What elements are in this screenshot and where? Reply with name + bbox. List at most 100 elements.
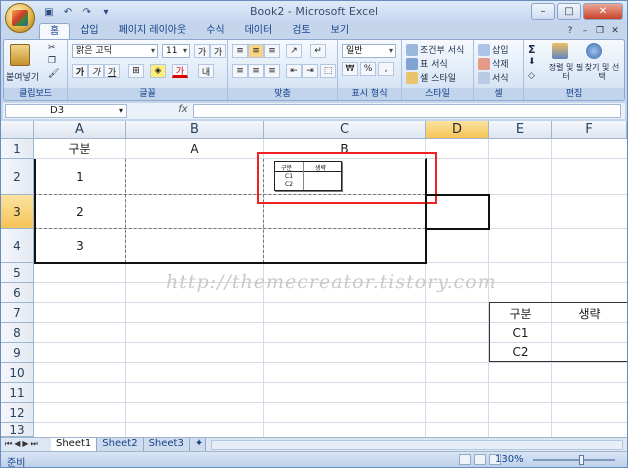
column-header-a[interactable]: A bbox=[34, 121, 126, 139]
formula-input[interactable] bbox=[193, 104, 621, 118]
cell-a4[interactable]: 3 bbox=[34, 229, 126, 263]
insert-sheet-icon[interactable]: ✦ bbox=[189, 438, 206, 451]
close-icon[interactable]: ✕ bbox=[583, 3, 623, 20]
zoom-slider[interactable] bbox=[533, 459, 615, 461]
horizontal-scrollbar[interactable] bbox=[211, 440, 623, 450]
cell-e8[interactable]: C1 bbox=[489, 323, 552, 343]
phonetic-icon[interactable]: 내 bbox=[198, 64, 214, 78]
workbook-minimize-icon[interactable]: – bbox=[579, 25, 591, 37]
conditional-format-button[interactable]: 조건부 서식 bbox=[406, 43, 464, 56]
fill-icon[interactable]: ⬇ bbox=[528, 57, 536, 67]
office-button[interactable] bbox=[5, 3, 35, 33]
percent-icon[interactable]: % bbox=[360, 62, 376, 76]
cut-icon[interactable]: ✂ bbox=[48, 43, 56, 53]
minimize-icon[interactable]: – bbox=[531, 3, 555, 20]
customize-qat-icon[interactable]: ▾ bbox=[98, 4, 114, 20]
number-format-select[interactable]: 일반 bbox=[342, 44, 396, 58]
tab-page-layout[interactable]: 페이지 레이아웃 bbox=[109, 23, 197, 39]
bold-icon[interactable]: 가 bbox=[72, 64, 88, 78]
normal-view-icon[interactable] bbox=[459, 454, 471, 465]
prev-sheet-icon[interactable]: ◀ bbox=[14, 439, 20, 449]
row-header-4[interactable]: 4 bbox=[1, 229, 34, 263]
zoom-level[interactable]: 130% bbox=[495, 454, 524, 465]
row-header-3[interactable]: 3 bbox=[1, 195, 34, 229]
border-icon[interactable]: ⊞ bbox=[128, 64, 144, 78]
last-sheet-icon[interactable]: ⏭ bbox=[31, 439, 38, 449]
clear-icon[interactable]: ◇ bbox=[528, 71, 535, 81]
copy-icon[interactable]: ❐ bbox=[48, 56, 56, 66]
sort-filter-button[interactable] bbox=[552, 43, 570, 59]
align-bottom-icon[interactable]: ≡ bbox=[264, 44, 280, 58]
row-header-7[interactable]: 7 bbox=[1, 303, 34, 323]
cell-e7[interactable]: 구분 bbox=[489, 303, 552, 323]
currency-icon[interactable]: ₩ bbox=[342, 62, 358, 76]
row-header-12[interactable]: 12 bbox=[1, 403, 34, 423]
name-box[interactable]: D3 bbox=[5, 104, 127, 118]
find-select-button[interactable] bbox=[586, 43, 604, 59]
row-header-13[interactable]: 13 bbox=[1, 423, 34, 437]
next-sheet-icon[interactable]: ▶ bbox=[22, 439, 28, 449]
decrease-indent-icon[interactable]: ⇤ bbox=[286, 64, 302, 78]
help-icon[interactable]: ? bbox=[564, 25, 576, 37]
font-size-select[interactable]: 11 bbox=[162, 44, 190, 58]
underline-icon[interactable]: 가 bbox=[104, 64, 120, 78]
font-color-icon[interactable]: 가 bbox=[172, 64, 188, 78]
insert-cells-button[interactable]: 삽입 bbox=[478, 43, 509, 56]
column-header-c[interactable]: C bbox=[264, 121, 426, 139]
tab-formulas[interactable]: 수식 bbox=[196, 23, 234, 39]
workbook-close-icon[interactable]: ✕ bbox=[609, 25, 621, 37]
zoom-slider-thumb[interactable] bbox=[579, 455, 584, 465]
font-name-select[interactable]: 맑은 고딕 bbox=[72, 44, 158, 58]
cell-a2[interactable]: 1 bbox=[34, 159, 126, 195]
active-cell-d3[interactable] bbox=[425, 194, 490, 230]
row-header-2[interactable]: 2 bbox=[1, 159, 34, 195]
row-header-1[interactable]: 1 bbox=[1, 139, 34, 159]
workbook-restore-icon[interactable]: ❐ bbox=[594, 25, 606, 37]
delete-cells-button[interactable]: 삭제 bbox=[478, 57, 509, 70]
page-layout-view-icon[interactable] bbox=[474, 454, 486, 465]
align-top-icon[interactable]: ≡ bbox=[232, 44, 248, 58]
wrap-text-icon[interactable]: ↵ bbox=[310, 44, 326, 58]
align-middle-icon[interactable]: ≡ bbox=[248, 44, 264, 58]
cell-f7[interactable]: 생략 bbox=[552, 303, 627, 323]
table-format-button[interactable]: 표 서식 bbox=[406, 57, 448, 70]
tab-data[interactable]: 데이터 bbox=[235, 23, 283, 39]
shrink-font-icon[interactable]: 가 bbox=[210, 44, 226, 58]
cell-a3[interactable]: 2 bbox=[34, 195, 126, 229]
cell-style-button[interactable]: 셀 스타일 bbox=[406, 71, 456, 84]
italic-icon[interactable]: 가 bbox=[88, 64, 104, 78]
column-header-d[interactable]: D bbox=[426, 121, 489, 139]
tab-review[interactable]: 검토 bbox=[282, 23, 320, 39]
cell-a1[interactable]: 구분 bbox=[34, 139, 126, 159]
row-header-5[interactable]: 5 bbox=[1, 263, 34, 283]
align-left-icon[interactable]: ≡ bbox=[232, 64, 248, 78]
redo-icon[interactable]: ↷ bbox=[79, 4, 95, 20]
format-painter-icon[interactable]: 🖌 bbox=[48, 69, 59, 79]
row-header-11[interactable]: 11 bbox=[1, 383, 34, 403]
merge-center-icon[interactable]: ⬚ bbox=[320, 64, 336, 78]
row-header-8[interactable]: 8 bbox=[1, 323, 34, 343]
first-sheet-icon[interactable]: ⏮ bbox=[5, 439, 12, 449]
cell-e9[interactable]: C2 bbox=[489, 343, 552, 361]
column-header-b[interactable]: B bbox=[126, 121, 264, 139]
sheet-tab-sheet2[interactable]: Sheet2 bbox=[97, 438, 144, 451]
select-all-corner[interactable] bbox=[1, 121, 34, 139]
sheet-tab-sheet1[interactable]: Sheet1 bbox=[51, 438, 98, 451]
column-header-e[interactable]: E bbox=[489, 121, 552, 139]
orientation-icon[interactable]: ↗ bbox=[286, 44, 302, 58]
paste-button[interactable] bbox=[10, 44, 32, 66]
grow-font-icon[interactable]: 가 bbox=[194, 44, 210, 58]
undo-icon[interactable]: ↶ bbox=[60, 4, 76, 20]
fill-color-icon[interactable]: ◈ bbox=[150, 64, 166, 78]
tab-insert[interactable]: 삽입 bbox=[70, 23, 108, 39]
sheet-tab-sheet3[interactable]: Sheet3 bbox=[143, 438, 190, 451]
align-right-icon[interactable]: ≡ bbox=[264, 64, 280, 78]
row-header-10[interactable]: 10 bbox=[1, 363, 34, 383]
format-cells-button[interactable]: 서식 bbox=[478, 71, 509, 84]
cell-b1[interactable]: A bbox=[126, 139, 264, 159]
save-icon[interactable]: ▣ bbox=[41, 4, 57, 20]
row-header-6[interactable]: 6 bbox=[1, 283, 34, 303]
column-header-f[interactable]: F bbox=[552, 121, 627, 139]
tab-home[interactable]: 홈 bbox=[39, 23, 71, 39]
row-header-9[interactable]: 9 bbox=[1, 343, 34, 363]
